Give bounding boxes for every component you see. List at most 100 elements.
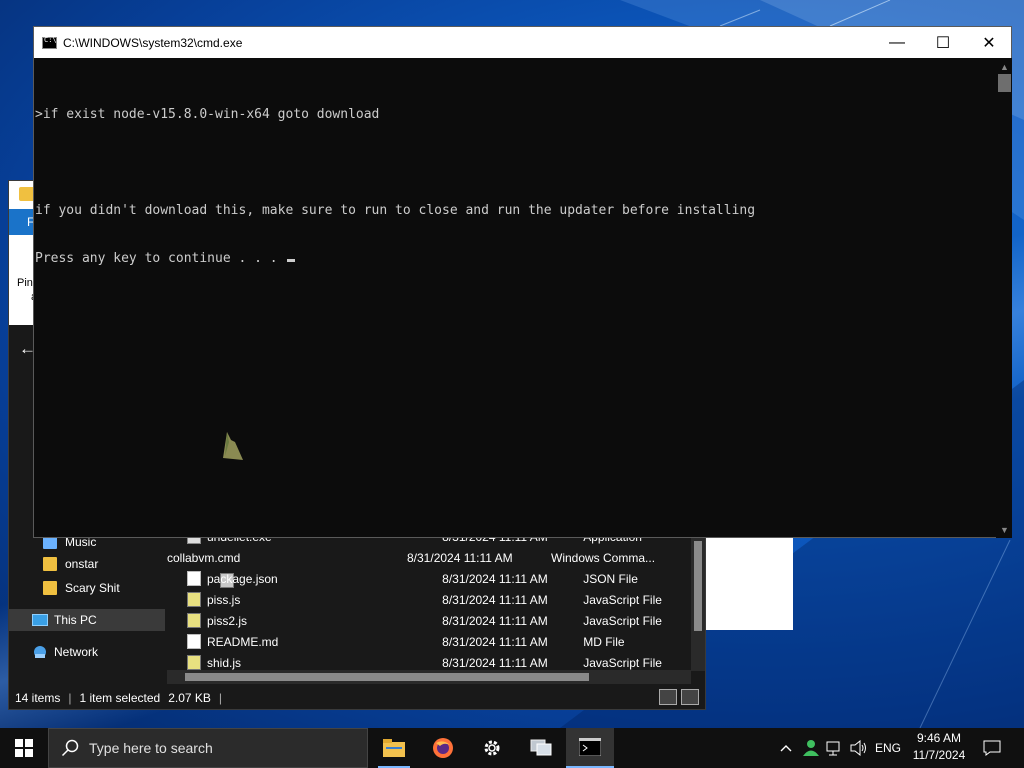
status-separator: | — [68, 691, 72, 705]
file-date: 8/31/2024 11:11 AM — [442, 571, 548, 586]
cmd-titlebar[interactable]: C:\WINDOWS\system32\cmd.exe — ☐ ✕ — [34, 27, 1011, 58]
start-button[interactable] — [0, 728, 48, 768]
file-type: JavaScript File — [583, 655, 662, 670]
tray-network[interactable] — [824, 728, 846, 768]
cmd-icon — [42, 36, 57, 49]
file-date: 8/31/2024 11:11 AM — [442, 634, 548, 649]
window-title: C:\WINDOWS\system32\cmd.exe — [63, 35, 243, 50]
speaker-icon — [850, 740, 866, 756]
file-date: 8/31/2024 11:11 AM — [407, 550, 513, 565]
search-icon — [61, 739, 79, 757]
console-output[interactable]: >if exist node-v15.8.0-win-x64 goto down… — [34, 58, 996, 538]
console-line: if you didn't download this, make sure t… — [35, 203, 756, 218]
file-explorer-icon — [383, 739, 405, 757]
taskbar-network-app[interactable] — [517, 728, 565, 768]
console-line: >if exist node-v15.8.0-win-x64 goto down… — [35, 107, 380, 122]
input-language[interactable]: ENG — [872, 728, 904, 768]
maximize-button[interactable]: ☐ — [920, 27, 966, 58]
taskbar-clock[interactable]: 9:46 AM 11/7/2024 — [906, 730, 972, 766]
tray-volume[interactable] — [848, 728, 870, 768]
minimize-button[interactable]: — — [874, 27, 920, 58]
search-placeholder: Type here to search — [89, 740, 213, 756]
file-type: JavaScript File — [583, 592, 662, 607]
taskbar: Type here to search ENG 9:46 AM 11/7/202… — [0, 728, 1024, 768]
file-name: piss2.js — [207, 613, 248, 628]
selection-size: 2.07 KB — [168, 691, 211, 705]
file-row[interactable]: package.json 8/31/2024 11:11 AM JSON Fil… — [167, 568, 691, 589]
close-button[interactable]: ✕ — [966, 27, 1012, 58]
taskbar-cmd[interactable] — [566, 728, 614, 768]
file-row[interactable]: piss.js 8/31/2024 11:11 AM JavaScript Fi… — [167, 589, 691, 610]
json-file-icon — [187, 571, 201, 586]
cmd-window[interactable]: C:\WINDOWS\system32\cmd.exe — ☐ ✕ >if ex… — [33, 26, 1012, 538]
navigation-pane: Music onstar Scary Shit This PC Network — [9, 531, 165, 686]
file-type: MD File — [583, 634, 625, 649]
network-icon — [34, 646, 46, 658]
taskbar-settings[interactable] — [468, 728, 516, 768]
cmd-vertical-scrollbar[interactable]: ▲ ▼ — [996, 58, 1012, 538]
show-hidden-icons-chevron[interactable] — [776, 728, 796, 768]
nav-item-network[interactable]: Network — [9, 641, 165, 663]
folder-icon — [43, 581, 57, 595]
file-name: shid.js — [207, 655, 242, 670]
selection-count: 1 item selected — [79, 691, 161, 705]
file-date: 8/31/2024 11:11 AM — [442, 592, 548, 607]
folder-icon — [43, 557, 57, 571]
ribbon-pin-label[interactable]: Pin — [17, 277, 33, 289]
notification-icon — [983, 740, 1001, 756]
large-icons-view-button[interactable] — [681, 689, 699, 705]
file-type: Windows Comma... — [551, 550, 656, 565]
people-icon — [803, 740, 819, 756]
file-name: piss.js — [207, 592, 241, 607]
nav-item-label: onstar — [65, 557, 99, 571]
firefox-icon — [433, 738, 453, 758]
javascript-file-icon — [187, 655, 201, 670]
network-app-icon — [530, 739, 552, 756]
nav-item-onstar[interactable]: onstar — [9, 553, 165, 575]
file-name: collabvm.cmd — [167, 550, 241, 565]
scroll-up-arrow-icon[interactable]: ▲ — [1000, 62, 1009, 72]
scrollbar-thumb[interactable] — [185, 673, 589, 681]
file-name: README.md — [207, 634, 279, 649]
javascript-file-icon — [187, 592, 201, 607]
file-type: JavaScript File — [583, 613, 662, 628]
console-line-prompt: Press any key to continue . . . — [35, 251, 996, 267]
mouse-cursor-icon — [223, 432, 243, 460]
settings-icon — [484, 740, 500, 756]
markdown-file-icon — [187, 634, 201, 649]
taskbar-firefox[interactable] — [419, 728, 467, 768]
file-date: 8/31/2024 11:11 AM — [442, 613, 548, 628]
network-status-icon — [826, 741, 840, 756]
cmd-icon — [579, 738, 601, 756]
taskbar-search-box[interactable]: Type here to search — [48, 728, 368, 768]
item-count: 14 items — [15, 691, 61, 705]
nav-item-label: Network — [54, 645, 99, 659]
file-row[interactable]: piss2.js 8/31/2024 11:11 AM JavaScript F… — [167, 610, 691, 631]
taskbar-file-explorer[interactable] — [370, 728, 418, 768]
file-date: 8/31/2024 11:11 AM — [442, 655, 548, 670]
background-window-fragment — [706, 537, 793, 630]
clock-time: 9:46 AM — [916, 731, 962, 745]
file-row[interactable]: shid.js 8/31/2024 11:11 AM JavaScript Fi… — [167, 652, 691, 671]
status-bar: 14 items | 1 item selected 2.07 KB | — [9, 687, 705, 709]
details-view-button[interactable] — [659, 689, 677, 705]
chevron-up-icon — [780, 745, 792, 752]
action-center-button[interactable] — [978, 728, 1006, 768]
this-pc-icon — [32, 614, 48, 626]
file-list-horizontal-scrollbar[interactable] — [167, 670, 691, 684]
status-separator: | — [218, 691, 223, 705]
scroll-down-arrow-icon[interactable]: ▼ — [1000, 525, 1009, 535]
nav-item-this-pc[interactable]: This PC — [9, 609, 165, 631]
nav-item-label: This PC — [54, 613, 97, 627]
file-row[interactable]: collabvm.cmd 8/31/2024 11:11 AM Windows … — [167, 547, 691, 588]
scrollbar-thumb[interactable] — [694, 541, 702, 631]
nav-item-scary-shit[interactable]: Scary Shit — [9, 577, 165, 599]
scrollbar-thumb[interactable] — [998, 74, 1011, 92]
nav-item-label: Scary Shit — [65, 581, 120, 595]
windows-logo-icon — [15, 739, 33, 757]
text-cursor — [287, 259, 296, 262]
file-row[interactable]: README.md 8/31/2024 11:11 AM MD File — [167, 631, 691, 652]
tray-user-app[interactable] — [800, 728, 822, 768]
file-list-vertical-scrollbar[interactable] — [691, 531, 705, 671]
